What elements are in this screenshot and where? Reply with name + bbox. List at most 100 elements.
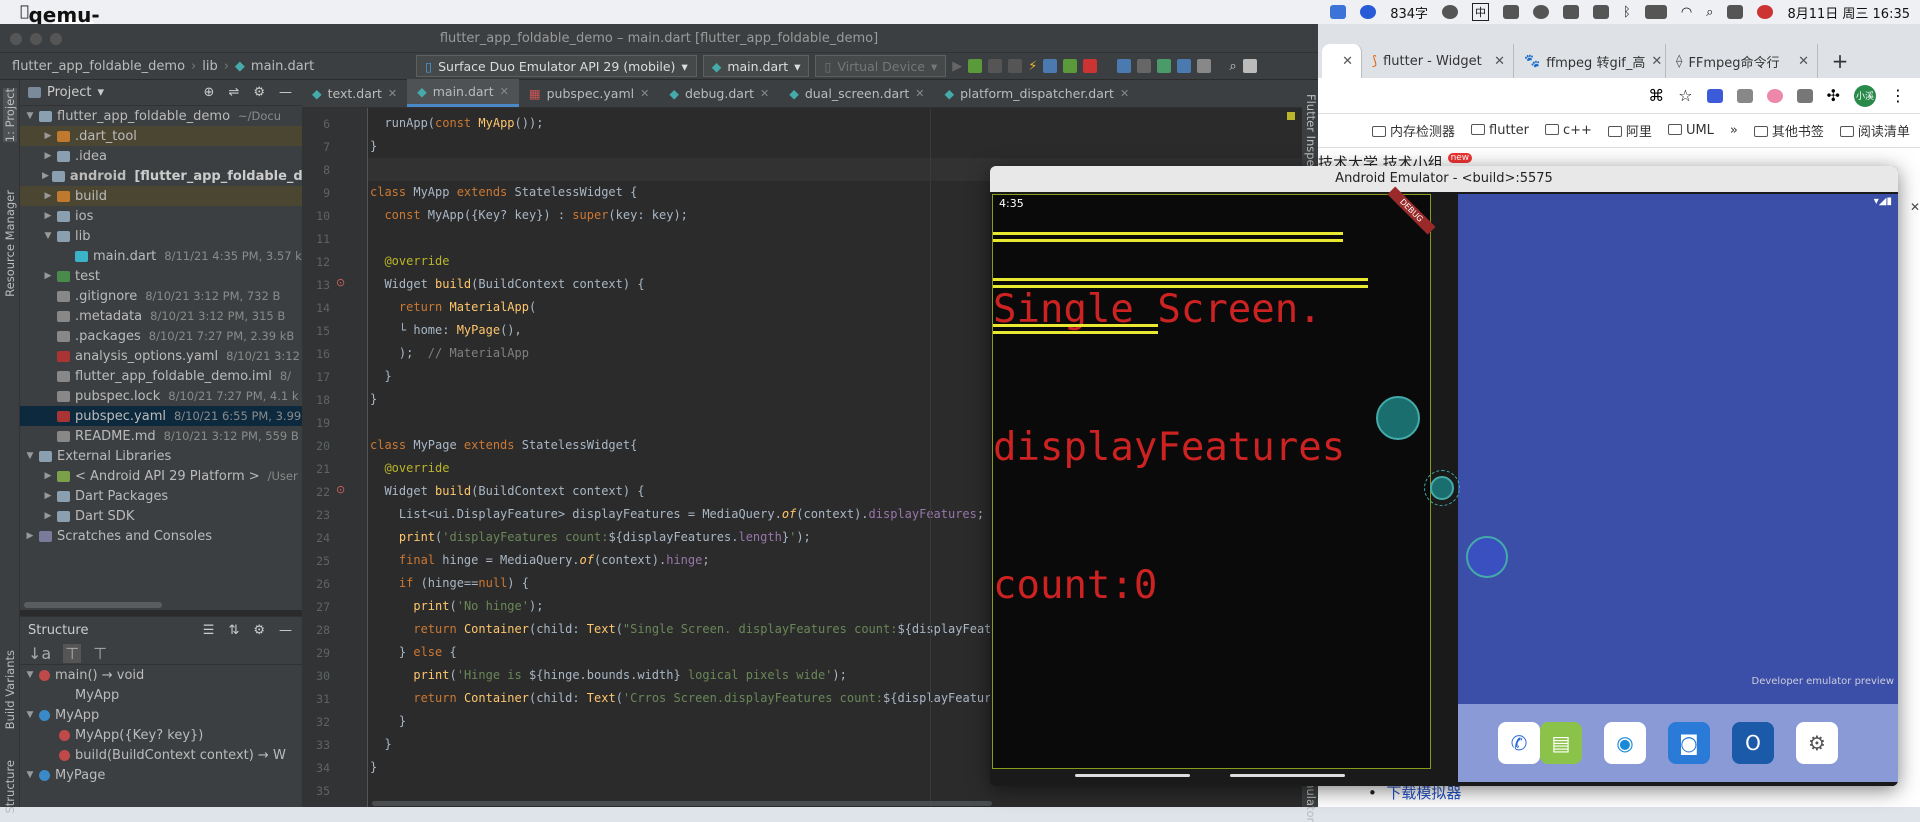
close-icon[interactable]: ✕ bbox=[640, 87, 649, 100]
download-emulator-link[interactable]: 下载模拟器 bbox=[1386, 784, 1461, 802]
status-icon[interactable] bbox=[1593, 5, 1610, 19]
code-line[interactable]: @override bbox=[370, 250, 449, 273]
project-tree-item[interactable]: ▶ Scratches and Consoles bbox=[20, 526, 302, 546]
extension-icon[interactable] bbox=[1706, 88, 1723, 103]
sort-alpha-icon[interactable]: ↓a bbox=[28, 644, 51, 663]
override-marker-icon[interactable]: ⊙ bbox=[336, 483, 345, 496]
project-tree-item[interactable]: ▼ flutter_app_foldable_demo ~/Docu bbox=[20, 106, 302, 126]
breadcrumb-item[interactable]: lib bbox=[202, 59, 217, 74]
code-line[interactable]: Widget build(BuildContext context) { bbox=[370, 480, 644, 503]
profile-avatar[interactable]: 小溪 bbox=[1854, 84, 1876, 107]
build-variants-tool-tab[interactable]: Build Variants bbox=[3, 650, 17, 729]
close-icon[interactable]: ✕ bbox=[500, 85, 509, 98]
bookmarks-overflow[interactable]: » bbox=[1730, 123, 1738, 138]
project-tree-item[interactable]: ▶ < Android API 29 Platform > /User bbox=[20, 466, 302, 486]
bookmark-folder[interactable]: 阿里 bbox=[1607, 121, 1652, 140]
code-line[interactable]: List<ui.DisplayFeature> displayFeatures … bbox=[370, 503, 984, 526]
gear-icon[interactable]: ⚙ bbox=[253, 85, 265, 100]
phone-app-icon[interactable]: ✆ bbox=[1498, 722, 1540, 764]
outlook-app-icon[interactable]: O bbox=[1732, 722, 1774, 764]
project-tree-item[interactable]: ▶ ios bbox=[20, 206, 302, 226]
bookmark-star-icon[interactable]: ☆ bbox=[1678, 86, 1692, 105]
collapse-icon[interactable]: ⇌ bbox=[228, 85, 239, 100]
code-line[interactable]: } bbox=[370, 710, 406, 733]
project-tree-item[interactable]: README.md 8/10/21 3:12 PM, 559 B bbox=[20, 426, 302, 446]
search-icon[interactable]: ⌕ bbox=[1706, 5, 1713, 20]
structure-item[interactable]: MyApp({Key? key}) bbox=[20, 725, 302, 745]
translate-icon[interactable]: ⌘ bbox=[1648, 86, 1664, 105]
extension-icon[interactable] bbox=[1766, 88, 1783, 103]
code-line[interactable]: return Container(child: Text("Single Scr… bbox=[370, 618, 1013, 641]
chevron-right-icon[interactable]: ▶ bbox=[42, 511, 54, 521]
show-fields-icon[interactable]: ⊤ bbox=[63, 644, 82, 663]
chevron-right-icon[interactable]: ▶ bbox=[42, 171, 49, 181]
attach-icon[interactable] bbox=[988, 59, 1003, 73]
structure-item[interactable]: ▼ MyApp bbox=[20, 705, 302, 725]
structure-tool-tab[interactable]: Structure bbox=[3, 760, 17, 814]
code-line[interactable]: } bbox=[370, 365, 391, 388]
apply-changes-icon[interactable] bbox=[1043, 59, 1058, 73]
camera-app-icon[interactable]: ◙ bbox=[1668, 722, 1710, 764]
bookmark-folder[interactable]: 内存检测器 bbox=[1372, 121, 1455, 140]
project-tree-item[interactable]: ▶ Dart Packages bbox=[20, 486, 302, 506]
run-icon[interactable]: ▶ bbox=[952, 59, 962, 74]
project-tree-item[interactable]: main.dart 8/11/21 4:35 PM, 3.57 k bbox=[20, 246, 302, 266]
code-line[interactable]: print('No hinge'); bbox=[370, 595, 543, 618]
code-line[interactable]: runApp(const MyApp()); bbox=[370, 112, 543, 135]
browser-tab[interactable]: ⟆ flutter - Widget ✕ bbox=[1364, 44, 1514, 78]
device-manager-icon[interactable] bbox=[1177, 59, 1192, 73]
nav-handle-left[interactable] bbox=[1075, 774, 1190, 777]
flutter-icon[interactable] bbox=[1063, 59, 1078, 73]
extensions-puzzle-icon[interactable]: ✣ bbox=[1827, 86, 1840, 105]
gear-icon[interactable]: ⚙ bbox=[253, 623, 265, 638]
wifi-icon[interactable]: ◠ bbox=[1681, 5, 1692, 20]
edge-app-icon[interactable]: ◉ bbox=[1604, 722, 1646, 764]
hot-reload-icon[interactable]: ⚡ bbox=[1028, 59, 1037, 74]
settings-app-icon[interactable]: ⚙ bbox=[1796, 722, 1838, 764]
code-line[interactable]: if (hinge==null) { bbox=[370, 572, 529, 595]
nav-handle-right[interactable] bbox=[1230, 774, 1345, 777]
close-icon[interactable]: ✕ bbox=[388, 87, 397, 100]
browser-tab[interactable]: ⟠ FFmpeg命令行 ✕ bbox=[1668, 44, 1818, 78]
window-close-button[interactable] bbox=[10, 33, 22, 45]
project-tree-item[interactable]: ▼ lib bbox=[20, 226, 302, 246]
project-tree-item[interactable]: pubspec.yaml 8/10/21 6:55 PM, 3.99 bbox=[20, 406, 302, 426]
editor-horizontal-scrollbar[interactable] bbox=[372, 801, 992, 806]
extension-icon[interactable] bbox=[1796, 88, 1813, 103]
close-icon[interactable]: ✕ bbox=[915, 87, 924, 100]
clock[interactable]: 8月11日 周三 16:35 bbox=[1787, 3, 1910, 22]
code-line[interactable]: Widget build(BuildContext context) { bbox=[370, 273, 644, 296]
code-line[interactable]: final hinge = MediaQuery.of(context).hin… bbox=[370, 549, 710, 572]
editor-tab[interactable]: ◆ dual_screen.dart ✕ bbox=[779, 79, 934, 107]
status-icon[interactable] bbox=[1442, 5, 1459, 19]
chevron-right-icon[interactable]: ▶ bbox=[42, 191, 54, 201]
account-icon[interactable] bbox=[1242, 59, 1257, 73]
show-inherited-icon[interactable]: ⊤ bbox=[93, 644, 107, 663]
project-tree-item[interactable]: .packages 8/10/21 7:27 PM, 2.39 kB bbox=[20, 326, 302, 346]
code-line[interactable]: class MyPage extends StatelessWidget{ bbox=[370, 434, 637, 457]
override-marker-icon[interactable]: ⊙ bbox=[336, 276, 345, 289]
code-line[interactable]: print('Hinge is ${hinge.bounds.width} lo… bbox=[370, 664, 847, 687]
code-line[interactable]: } bbox=[370, 756, 377, 779]
project-panel-title[interactable]: Project bbox=[47, 85, 91, 100]
bluetooth-icon[interactable]: ᛒ bbox=[1623, 5, 1631, 20]
device-selector[interactable]: ▯ Surface Duo Emulator API 29 (mobile) ▾ bbox=[416, 55, 697, 77]
close-icon[interactable]: ✕ bbox=[1120, 87, 1129, 100]
structure-item[interactable]: ▼ MyPage bbox=[20, 765, 302, 785]
editor-tab[interactable]: ◆ main.dart ✕ bbox=[407, 79, 519, 107]
word-count-label[interactable]: 834字 bbox=[1390, 3, 1428, 22]
project-tree-item[interactable]: flutter_app_foldable_demo.iml 8/ bbox=[20, 366, 302, 386]
close-icon[interactable]: ✕ bbox=[1342, 54, 1353, 69]
status-icon[interactable] bbox=[1563, 5, 1580, 19]
project-structure-icon[interactable] bbox=[1137, 59, 1152, 73]
status-icon[interactable] bbox=[1503, 5, 1520, 19]
code-line[interactable]: class MyApp extends StatelessWidget { bbox=[370, 181, 637, 204]
chevron-right-icon[interactable]: ▶ bbox=[42, 151, 54, 161]
avd-manager-icon[interactable] bbox=[1157, 59, 1172, 73]
chevron-right-icon[interactable]: ▶ bbox=[42, 491, 54, 501]
status-icon[interactable] bbox=[1360, 5, 1377, 19]
code-line[interactable]: } bbox=[370, 135, 377, 158]
close-icon[interactable]: ✕ bbox=[1494, 54, 1505, 69]
project-tree-item[interactable]: ▶ build bbox=[20, 186, 302, 206]
hide-icon[interactable]: — bbox=[279, 623, 292, 638]
